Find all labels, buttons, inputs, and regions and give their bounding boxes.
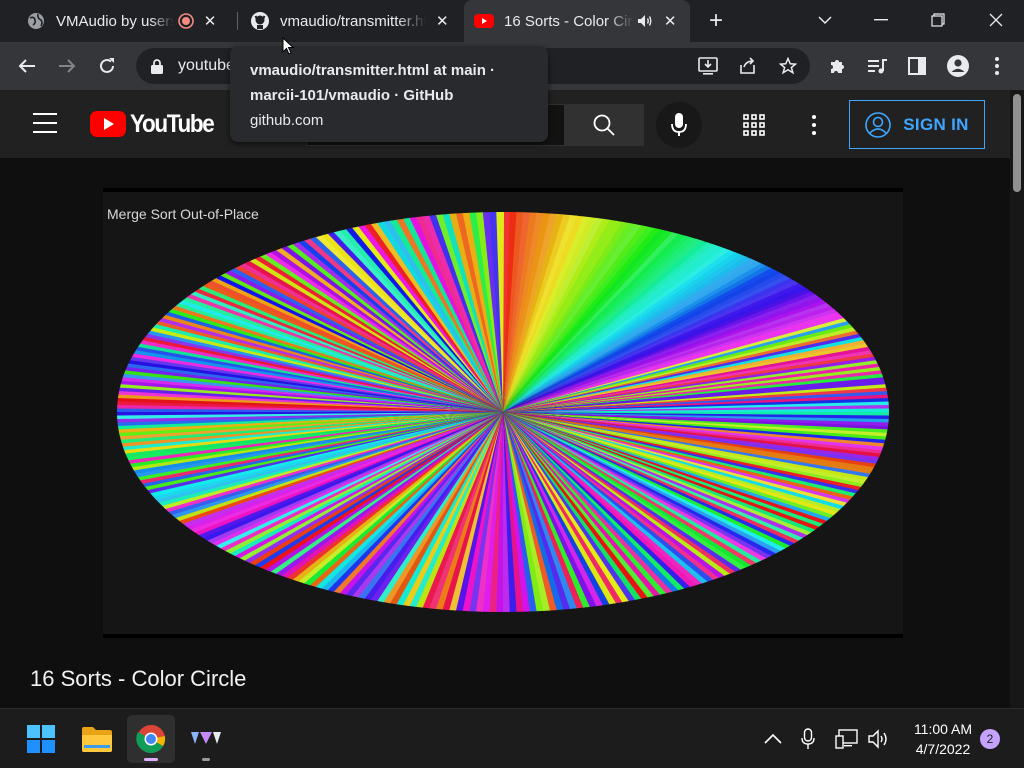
- windows-logo-icon: [27, 725, 55, 753]
- hover-card-title-line2: marcii-101/vmaudio · GitHub: [250, 87, 454, 104]
- guide-menu-icon[interactable]: [33, 113, 57, 133]
- settings-more-icon[interactable]: [801, 112, 827, 138]
- youtube-icon: [474, 11, 494, 31]
- running-indicator: [202, 758, 210, 761]
- minimize-button[interactable]: [853, 0, 909, 40]
- close-tab-icon[interactable]: ✕: [200, 11, 220, 31]
- tab-vmaudio[interactable]: VMAudio by userscript ✕: [16, 0, 234, 42]
- close-tab-icon[interactable]: ✕: [660, 11, 680, 31]
- profile-avatar-icon[interactable]: [942, 50, 974, 82]
- media-controls-icon[interactable]: [862, 50, 894, 82]
- youtube-logo-text: YouTube: [130, 109, 215, 138]
- account-circle-icon: [865, 111, 892, 138]
- tab-strip: VMAudio by userscript ✕ vmaudio/transmit…: [0, 0, 1024, 42]
- speaker-icon[interactable]: [636, 12, 654, 30]
- back-button[interactable]: [11, 50, 43, 82]
- windows-taskbar: 11:00 AM 4/7/2022 2: [0, 708, 1024, 768]
- video-player[interactable]: Merge Sort Out-of-Place: [103, 188, 903, 638]
- chrome-menu-icon[interactable]: [981, 50, 1013, 82]
- chrome-icon: [136, 724, 166, 753]
- youtube-logo[interactable]: YouTube: [90, 110, 223, 138]
- microphone-icon: [671, 113, 687, 136]
- video-title: 16 Sorts - Color Circle: [30, 666, 247, 691]
- tab-search-icon[interactable]: [797, 0, 853, 40]
- notification-badge[interactable]: 2: [980, 729, 1000, 749]
- microphone-in-use-icon[interactable]: [796, 727, 820, 751]
- taskbar-clock[interactable]: 11:00 AM 4/7/2022: [898, 719, 988, 759]
- hover-card-title-line1: vmaudio/transmitter.html at main ·: [250, 62, 496, 79]
- folder-icon: [82, 727, 112, 752]
- tab-youtube[interactable]: 16 Sorts - Color Circle ✕: [464, 0, 690, 42]
- clock-date: 4/7/2022: [915, 741, 971, 757]
- youtube-apps-icon[interactable]: [741, 112, 767, 138]
- hover-card-domain: github.com: [250, 112, 324, 129]
- tab-hover-card: vmaudio/transmitter.html at main · marci…: [230, 46, 548, 142]
- mouse-cursor-icon: [282, 36, 295, 60]
- tab-github[interactable]: vmaudio/transmitter.html ✕: [240, 0, 462, 42]
- close-window-button[interactable]: [968, 0, 1024, 40]
- network-icon[interactable]: [835, 727, 859, 751]
- extensions-icon[interactable]: [822, 50, 854, 82]
- tab-title: vmaudio/transmitter.html: [280, 12, 427, 30]
- search-button[interactable]: [564, 104, 644, 146]
- github-icon: [250, 11, 270, 31]
- volume-icon[interactable]: [866, 727, 890, 751]
- scrollbar-thumb[interactable]: [1013, 94, 1021, 192]
- chrome-taskbar-button[interactable]: [127, 715, 175, 763]
- install-app-icon[interactable]: [692, 50, 724, 82]
- show-hidden-icons-chevron[interactable]: [761, 727, 785, 751]
- side-panel-icon[interactable]: [901, 50, 933, 82]
- vmaudio-taskbar-button[interactable]: [182, 715, 230, 763]
- globe-icon: [26, 11, 46, 31]
- page-scrollbar[interactable]: [1010, 90, 1024, 708]
- sign-in-button[interactable]: SIGN IN: [849, 100, 985, 149]
- reload-button[interactable]: [91, 50, 123, 82]
- vmaudio-icon: [191, 732, 221, 744]
- start-button[interactable]: [17, 715, 65, 763]
- sign-in-label: SIGN IN: [903, 114, 969, 134]
- forward-button[interactable]: [51, 50, 83, 82]
- active-indicator: [144, 758, 158, 761]
- youtube-logo-icon: [90, 111, 126, 137]
- tab-title: VMAudio by userscript: [56, 12, 174, 30]
- voice-search-button[interactable]: [656, 102, 702, 148]
- tab-title: 16 Sorts - Color Circle: [504, 12, 634, 30]
- bookmark-star-icon[interactable]: [772, 50, 804, 82]
- file-explorer-button[interactable]: [73, 715, 121, 763]
- new-tab-button[interactable]: +: [703, 7, 729, 34]
- close-tab-icon[interactable]: ✕: [432, 11, 452, 31]
- youtube-page: YouTube SIGN IN Merge Sort Out-of-Place …: [0, 90, 1010, 708]
- search-icon: [593, 114, 615, 136]
- restore-button[interactable]: [910, 0, 966, 40]
- clock-time: 11:00 AM: [913, 721, 973, 737]
- recording-icon: [178, 13, 194, 29]
- lock-icon[interactable]: [150, 58, 164, 74]
- color-circle-visualization: [117, 212, 889, 612]
- player-overlay-label: Merge Sort Out-of-Place: [107, 206, 259, 222]
- share-icon[interactable]: [732, 50, 764, 82]
